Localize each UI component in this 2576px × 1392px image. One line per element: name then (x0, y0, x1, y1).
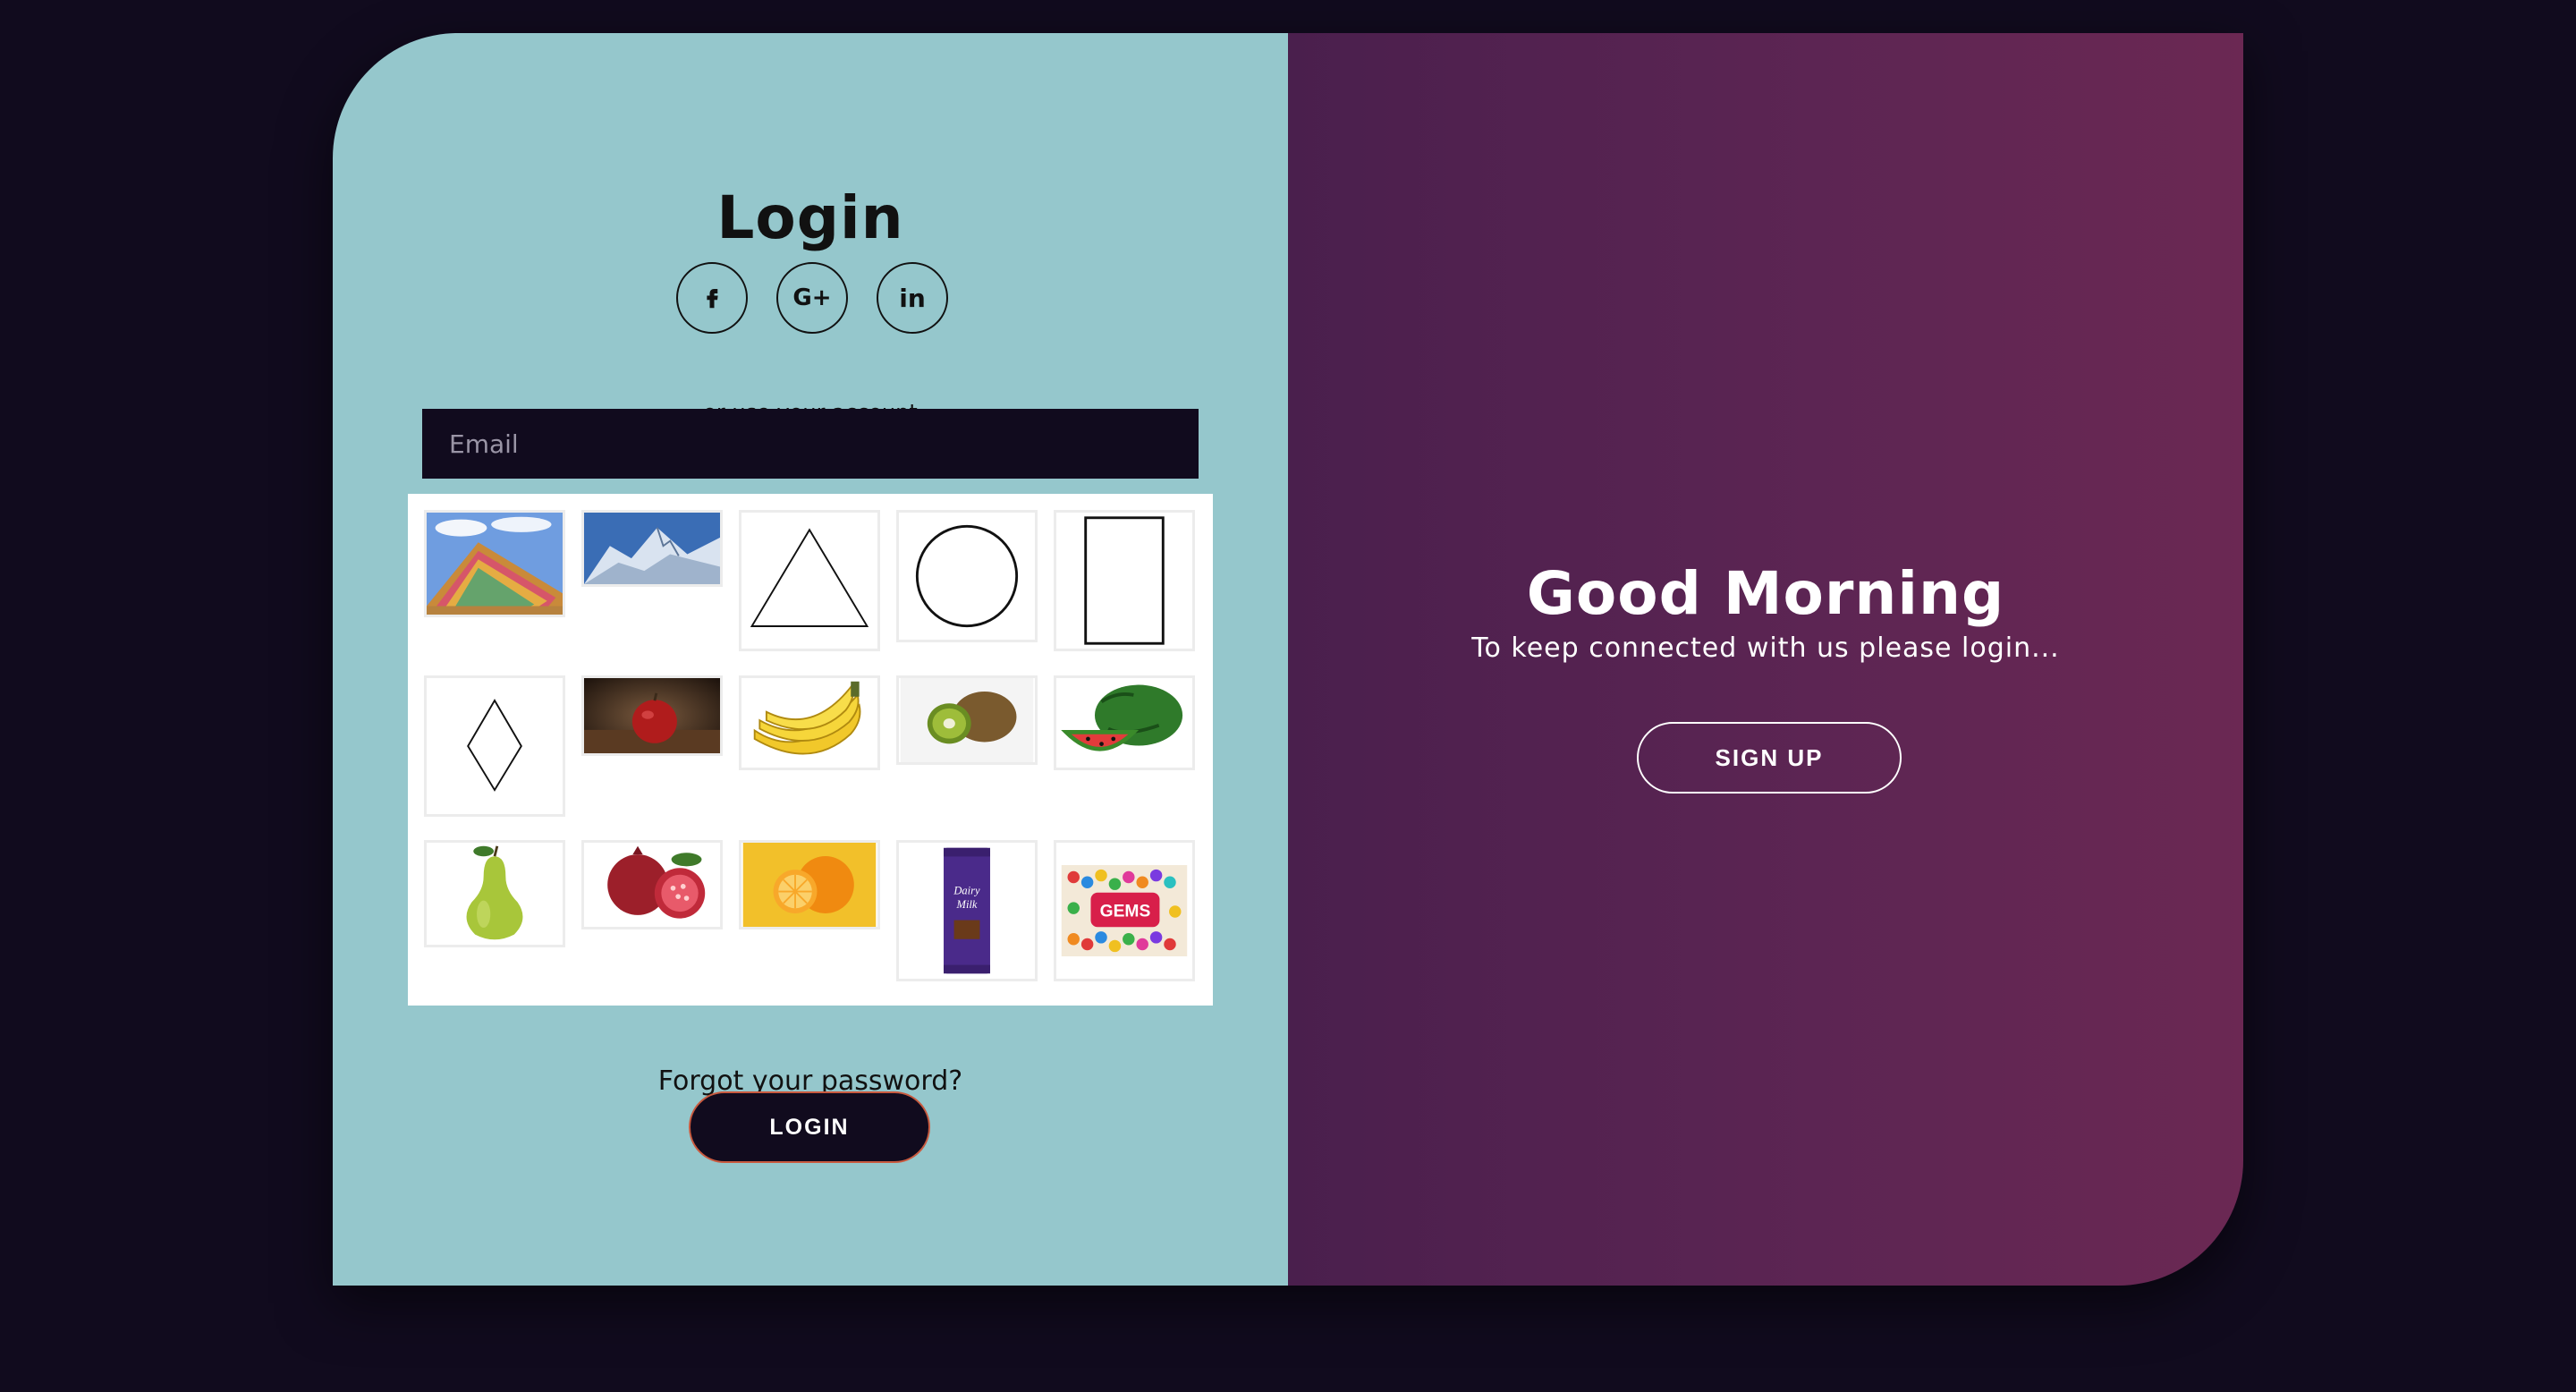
kiwi-image[interactable] (896, 675, 1038, 765)
login-button[interactable]: LOGIN (689, 1091, 930, 1163)
svg-text:Milk: Milk (956, 898, 978, 911)
diamond-shape[interactable] (424, 675, 565, 817)
email-input[interactable] (422, 409, 1199, 479)
svg-text:Dairy: Dairy (953, 885, 980, 897)
facebook-button[interactable] (676, 262, 748, 334)
rainbow-mountain-image[interactable] (424, 510, 565, 617)
sign-up-button[interactable]: SIGN UP (1637, 722, 1902, 794)
google-plus-button[interactable]: G+ (776, 262, 848, 334)
triangle-shape[interactable] (739, 510, 880, 651)
linkedin-icon: in (899, 283, 926, 313)
orange-image[interactable] (739, 840, 880, 929)
dairy-milk-image[interactable]: Dairy Milk (896, 840, 1038, 981)
gems-image[interactable]: GEMS (1054, 840, 1195, 981)
circle-shape[interactable] (896, 510, 1038, 642)
apple-image[interactable] (581, 675, 723, 756)
snowy-mountain-image[interactable] (581, 510, 723, 587)
facebook-icon (707, 289, 718, 309)
welcome-title: Good Morning (1526, 559, 2005, 628)
login-title: Login (716, 183, 904, 252)
svg-text:GEMS: GEMS (1100, 903, 1151, 921)
pear-image[interactable] (424, 840, 565, 947)
watermelon-image[interactable] (1054, 675, 1195, 770)
rectangle-shape[interactable] (1054, 510, 1195, 651)
google-plus-icon: G+ (792, 284, 832, 311)
banana-image[interactable] (739, 675, 880, 770)
welcome-panel: Good Morning To keep connected with us p… (1288, 33, 2243, 1286)
linkedin-button[interactable]: in (877, 262, 948, 334)
social-buttons: G+ in (333, 262, 1288, 334)
auth-card: Login G+ in or use your account (333, 33, 2243, 1286)
welcome-subtitle: To keep connected with us please login..… (1471, 632, 2060, 664)
image-password-grid: Dairy Milk GEMS (408, 494, 1213, 1006)
pomegranate-image[interactable] (581, 840, 723, 929)
login-panel: Login G+ in or use your account (333, 33, 1288, 1286)
